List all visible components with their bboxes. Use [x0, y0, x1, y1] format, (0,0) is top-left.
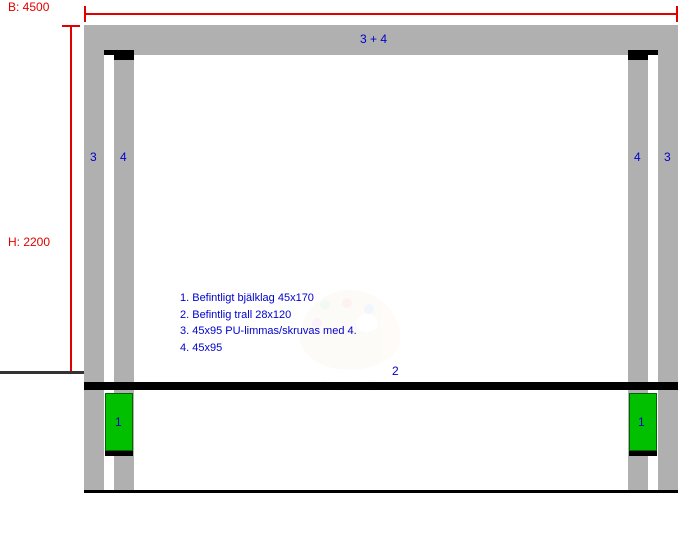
baseline — [84, 490, 678, 493]
dim-height-line — [70, 25, 72, 373]
legend-line-1: 1. Befintligt bjälklag 45x170 — [180, 290, 357, 307]
dim-width-label: B: 4500 — [8, 0, 49, 14]
post-left-inner-cap — [114, 55, 134, 60]
post-left-outer — [84, 55, 104, 490]
label-right-outer: 3 — [664, 150, 671, 164]
label-left-inner: 4 — [120, 150, 127, 164]
label-joist-right: 1 — [638, 415, 645, 429]
legend: 1. Befintligt bjälklag 45x170 2. Befintl… — [180, 290, 357, 356]
legend-line-4: 4. 45x95 — [180, 340, 357, 357]
post-right-outer — [658, 55, 678, 490]
post-right-inner-cap — [628, 55, 648, 60]
deck-board — [84, 382, 678, 390]
dim-width-line — [84, 13, 678, 15]
label-left-outer: 3 — [90, 150, 97, 164]
dim-width-tick-left — [84, 6, 86, 22]
dim-height-tick-top — [62, 25, 80, 27]
joist-right-cap — [629, 451, 657, 456]
label-right-inner: 4 — [634, 150, 641, 164]
label-deck: 2 — [392, 364, 399, 378]
ground-line-left — [0, 371, 84, 374]
legend-line-2: 2. Befintlig trall 28x120 — [180, 307, 357, 324]
dim-width-tick-right — [676, 6, 678, 22]
label-top-beam: 3 + 4 — [360, 32, 387, 46]
legend-line-3: 3. 45x95 PU-limmas/skruvas med 4. — [180, 323, 357, 340]
dim-height-label: H: 2200 — [8, 235, 50, 249]
joist-left-cap — [105, 451, 133, 456]
label-joist-left: 1 — [115, 415, 122, 429]
